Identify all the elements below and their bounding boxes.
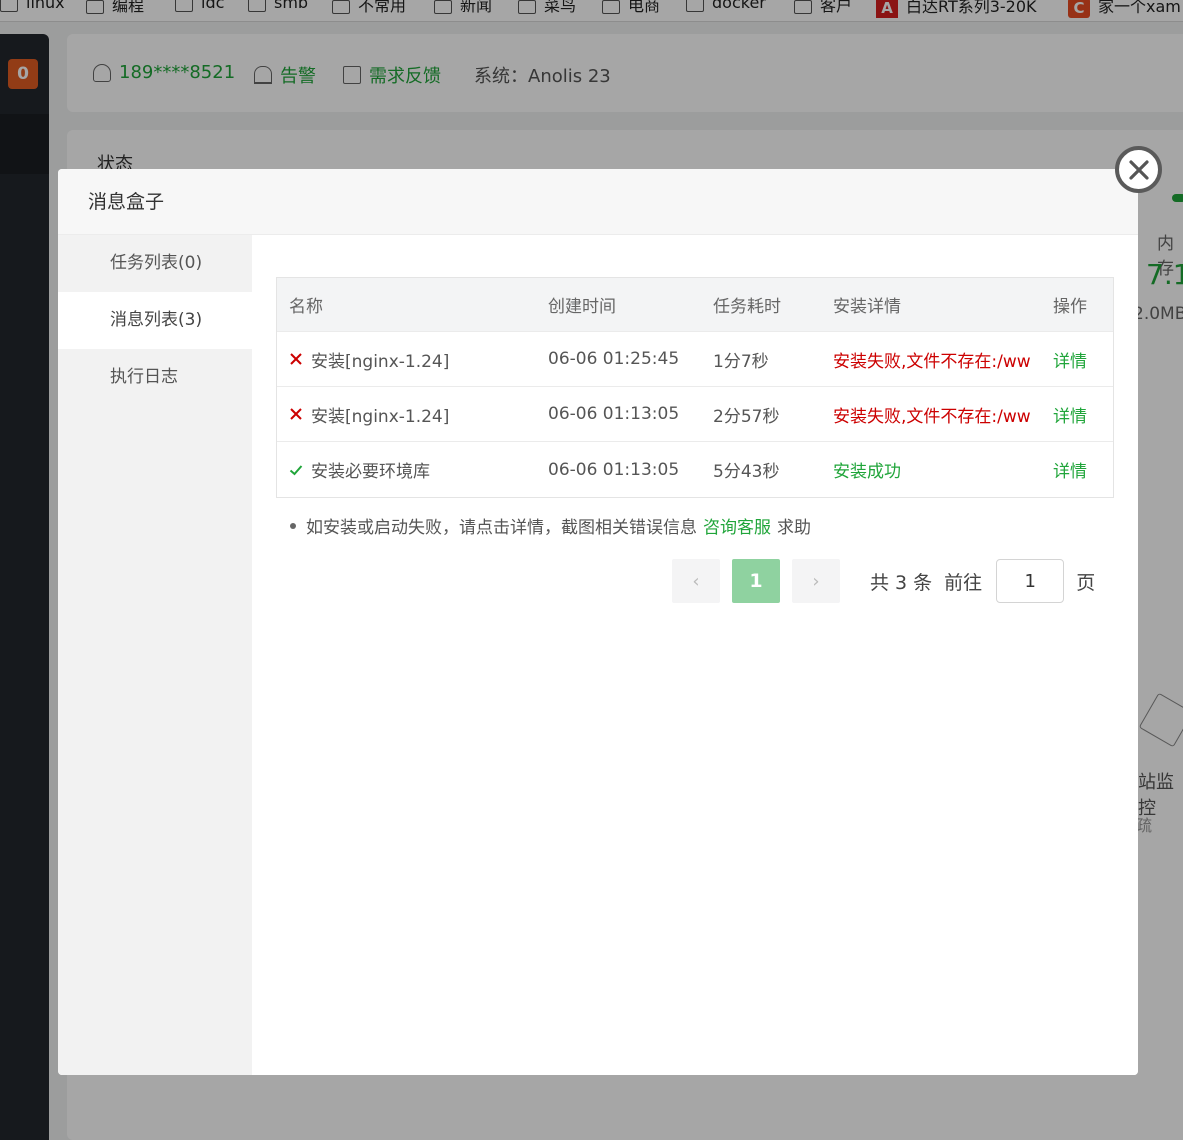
total-count: 共 3 条 — [870, 571, 933, 594]
pagination: ‹ 1 › 共 3 条 前往 页 — [672, 559, 1095, 603]
detail-link[interactable]: 详情 — [1041, 402, 1113, 427]
modal-title: 消息盒子 — [58, 169, 1138, 235]
table-row: 安装[nginx-1.24] 06-06 01:25:45 1分7秒 安装失败,文件不… — [277, 332, 1113, 387]
task-name: 安装[nginx-1.24] — [311, 406, 450, 427]
page-number-1[interactable]: 1 — [732, 559, 780, 603]
cell-duration: 2分57秒 — [713, 406, 780, 427]
nav-message-list[interactable]: 消息列表(3) — [58, 292, 252, 349]
task-name: 安装必要环境库 — [311, 462, 430, 482]
col-created: 创建时间 — [548, 297, 616, 317]
prev-page-button[interactable]: ‹ — [672, 559, 720, 603]
cell-detail: 安装失败,文件不存在:/ww — [833, 406, 1031, 427]
close-icon — [1128, 159, 1149, 180]
cell-created: 06-06 01:13:05 — [548, 459, 680, 480]
modal-nav: 任务列表(0) 消息列表(3) 执行日志 — [58, 235, 252, 1075]
tip-text: 如安装或启动失败，请点击详情，截图相关错误信息 — [306, 518, 697, 538]
fail-icon — [290, 353, 302, 365]
goto-page-input[interactable] — [996, 559, 1065, 603]
tip-suffix: 求助 — [777, 518, 811, 538]
message-table: 名称 创建时间 任务耗时 安装详情 操作 安装[nginx-1.24] 06-06… — [276, 277, 1114, 498]
check-icon — [289, 464, 303, 475]
bullet-icon — [290, 522, 296, 529]
cell-detail: 安装失败,文件不存在:/ww — [833, 351, 1031, 372]
cell-created: 06-06 01:13:05 — [548, 404, 680, 424]
col-action: 操作 — [1053, 297, 1087, 317]
cell-duration: 1分7秒 — [713, 351, 769, 372]
help-tip: 如安装或启动失败，请点击详情，截图相关错误信息 咨询客服 求助 — [290, 513, 811, 538]
table-row: 安装必要环境库 06-06 01:13:05 5分43秒 安装成功 详情 — [277, 442, 1113, 497]
goto-label: 前往 — [944, 571, 983, 594]
cell-name: 安装[nginx-1.24] — [277, 402, 536, 427]
contact-support-link[interactable]: 咨询客服 — [703, 513, 771, 538]
nav-task-list[interactable]: 任务列表(0) — [58, 235, 252, 292]
modal-content: 名称 创建时间 任务耗时 安装详情 操作 安装[nginx-1.24] 06-06… — [252, 235, 1138, 1075]
cell-name: 安装[nginx-1.24] — [277, 347, 536, 372]
next-page-button[interactable]: › — [792, 559, 840, 603]
cell-detail: 安装成功 — [833, 462, 901, 482]
cell-duration: 5分43秒 — [713, 462, 780, 482]
detail-link[interactable]: 详情 — [1041, 457, 1113, 482]
message-box-modal: 消息盒子 任务列表(0) 消息列表(3) 执行日志 名称 创建时间 任务耗时 安… — [58, 169, 1138, 1075]
col-detail: 安装详情 — [833, 297, 901, 317]
col-name: 名称 — [289, 297, 323, 317]
fail-icon — [290, 408, 302, 420]
table-row: 安装[nginx-1.24] 06-06 01:13:05 2分57秒 安装失败,文件… — [277, 387, 1113, 442]
close-modal-button[interactable] — [1115, 146, 1162, 193]
cell-name: 安装必要环境库 — [277, 457, 536, 482]
cell-created: 06-06 01:25:45 — [548, 349, 680, 369]
page-unit-label: 页 — [1076, 571, 1096, 594]
task-name: 安装[nginx-1.24] — [311, 351, 450, 372]
detail-link[interactable]: 详情 — [1041, 347, 1113, 372]
table-header: 名称 创建时间 任务耗时 安装详情 操作 — [277, 278, 1113, 332]
nav-exec-log[interactable]: 执行日志 — [58, 349, 252, 406]
col-duration: 任务耗时 — [713, 297, 781, 317]
